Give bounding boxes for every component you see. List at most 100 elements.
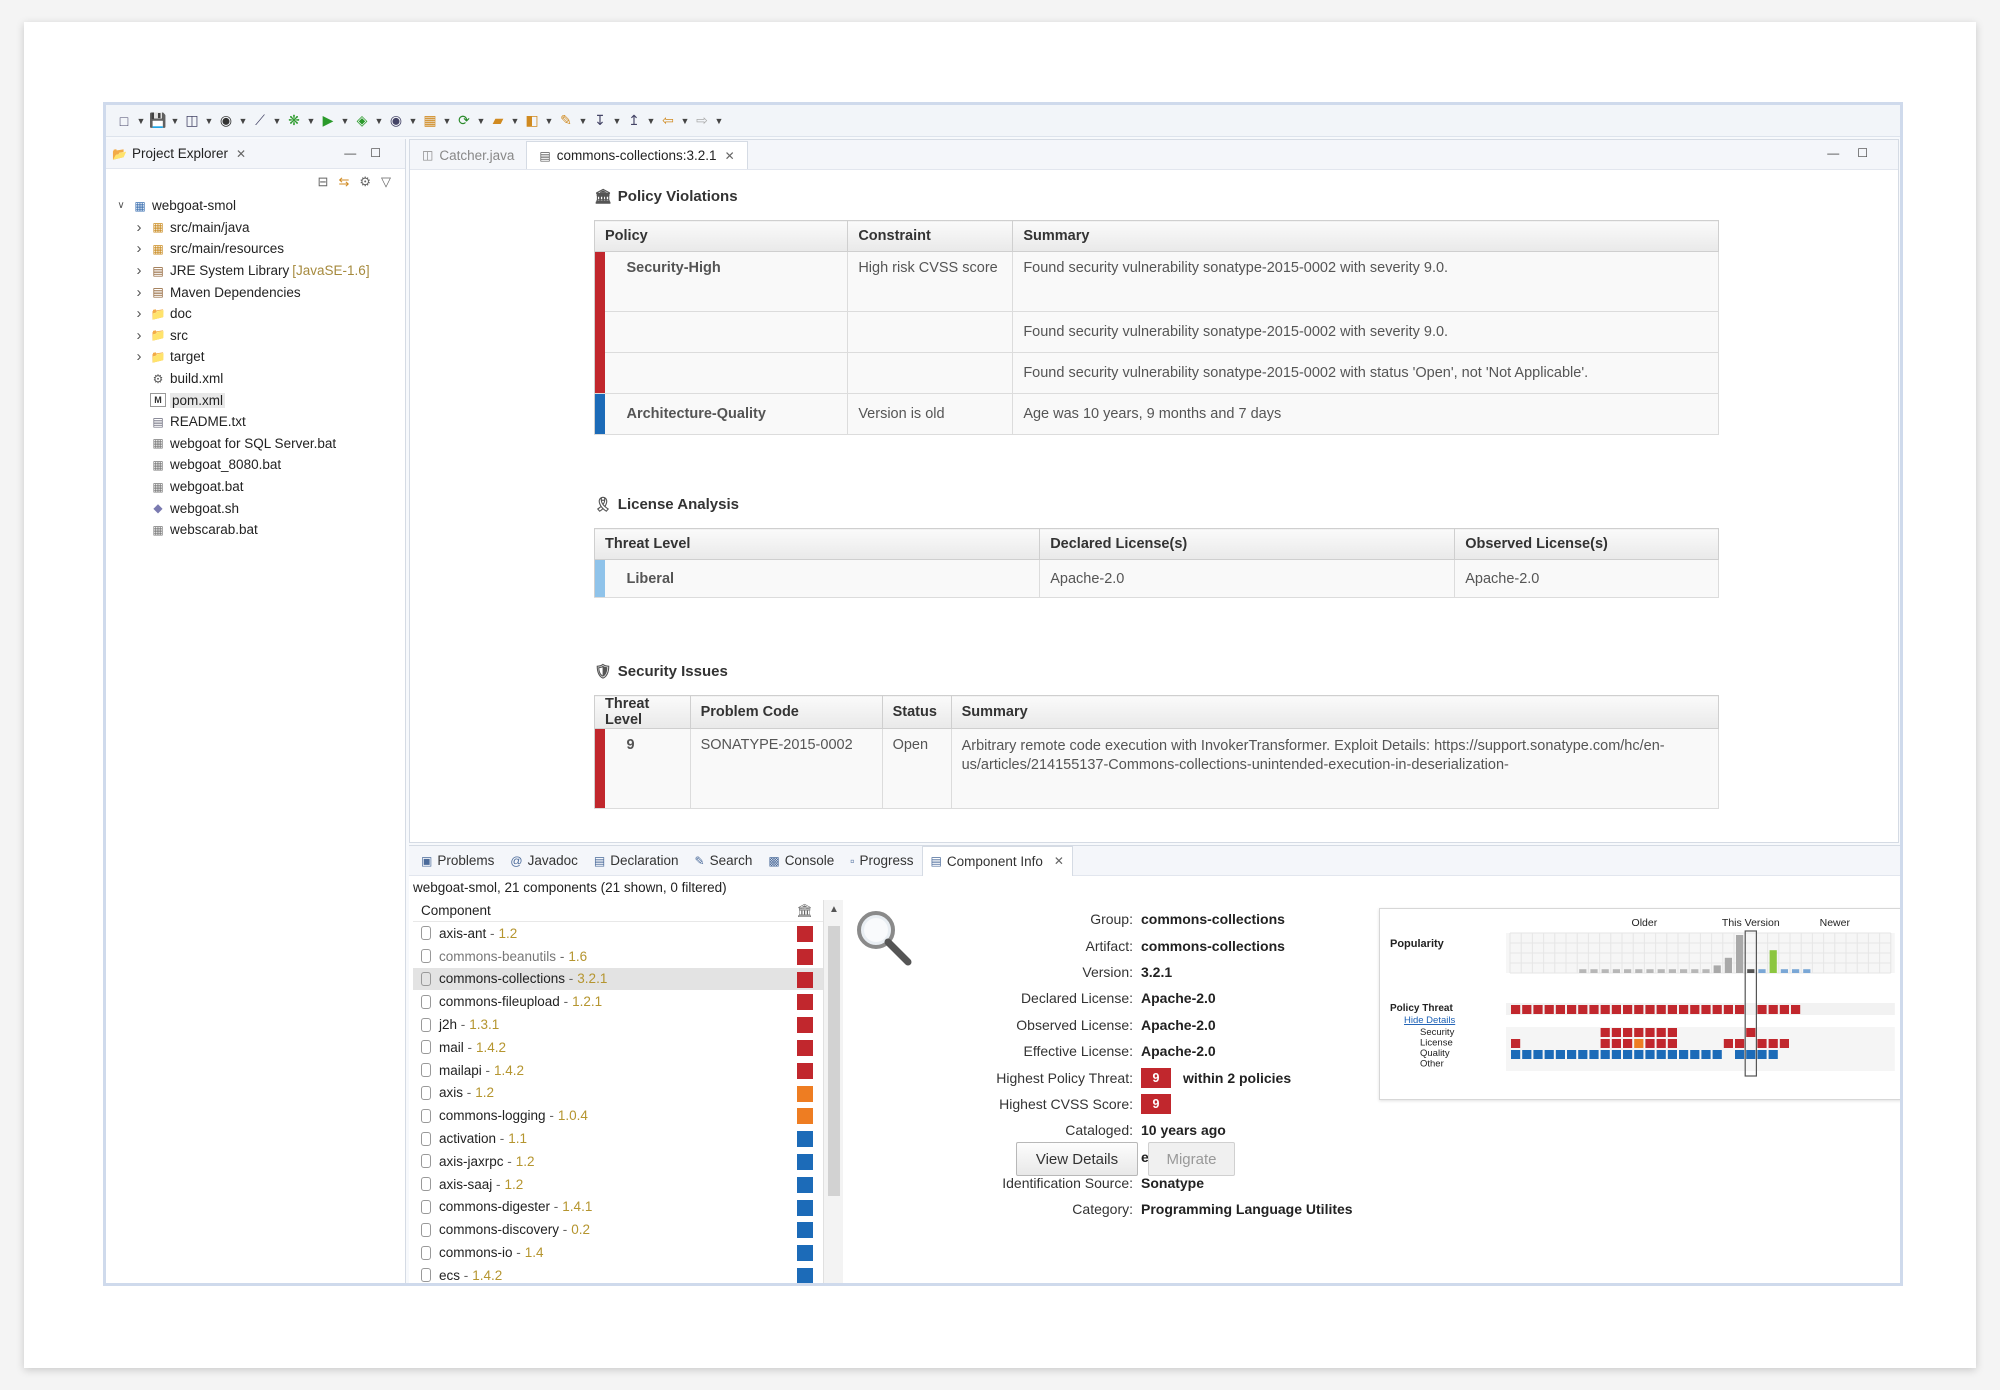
list-item[interactable]: commons-logging -1.0.4 [413, 1104, 843, 1127]
migrate-button[interactable]: Migrate [1148, 1142, 1235, 1176]
tab-commons-collections[interactable]: ▤ commons-collections:3.2.1 ✕ [526, 141, 748, 169]
list-item[interactable]: mailapi -1.4.2 [413, 1059, 843, 1082]
list-item[interactable]: commons-discovery -0.2 [413, 1218, 843, 1241]
run-coverage-icon[interactable]: ◈ [352, 111, 372, 131]
chevron-right-icon[interactable]: › [132, 305, 146, 322]
tab-problems[interactable]: ▣ Problems [413, 846, 502, 876]
chevron-down-icon[interactable]: ▼ [680, 111, 690, 131]
search-icon[interactable]: ✎ [556, 111, 576, 131]
save-all-icon[interactable]: ◫ [182, 111, 202, 131]
back-icon[interactable]: ⇦ [658, 111, 678, 131]
chevron-down-icon[interactable]: ▼ [442, 111, 452, 131]
close-icon[interactable]: ✕ [725, 149, 735, 163]
tab-search[interactable]: ✎ Search [687, 846, 761, 876]
chevron-down-icon[interactable]: ▼ [612, 111, 622, 131]
list-item[interactable]: axis-ant -1.2 [413, 922, 843, 945]
tree-item[interactable]: ▦ webgoat_8080.bat [114, 454, 405, 476]
build-icon[interactable]: ▦ [420, 111, 440, 131]
collapse-all-icon[interactable]: ⊟ [318, 174, 329, 190]
skip-breakpoints-icon[interactable]: ⟋ [250, 111, 270, 131]
chevron-right-icon[interactable]: › [132, 284, 146, 301]
chevron-right-icon[interactable]: › [132, 327, 146, 344]
tab-console[interactable]: ▩ Console [760, 846, 842, 876]
forward-icon[interactable]: ⇨ [692, 111, 712, 131]
chevron-down-icon[interactable]: ▼ [476, 111, 486, 131]
tab-javadoc[interactable]: @ Javadoc [502, 846, 585, 876]
open-type-icon[interactable]: ▰ [488, 111, 508, 131]
chevron-right-icon[interactable]: › [132, 348, 146, 365]
save-icon[interactable]: 💾 [148, 111, 168, 131]
list-item[interactable]: axis -1.2 [413, 1082, 843, 1105]
chevron-down-icon[interactable]: ∨ [114, 200, 128, 211]
tree-item[interactable]: › 📁 src [114, 325, 405, 347]
chevron-down-icon[interactable]: ▼ [136, 111, 146, 131]
close-icon[interactable]: ✕ [1054, 854, 1064, 868]
chevron-down-icon[interactable]: ▼ [340, 111, 350, 131]
list-item[interactable]: commons-io -1.4 [413, 1241, 843, 1264]
tree-item[interactable]: ⚙ build.xml [114, 368, 405, 390]
tree-item[interactable]: Mpom.xml [114, 389, 405, 411]
list-item[interactable]: commons-fileupload -1.2.1 [413, 990, 843, 1013]
external-tools-icon[interactable]: ◉ [386, 111, 406, 131]
minimize-icon[interactable]: — [344, 146, 370, 160]
chevron-down-icon[interactable]: ▼ [544, 111, 554, 131]
tree-item[interactable]: ▦ webscarab.bat [114, 519, 405, 541]
list-item[interactable]: axis-jaxrpc -1.2 [413, 1150, 843, 1173]
tab-declaration[interactable]: ▤ Declaration [586, 846, 687, 876]
component-column-header[interactable]: Component [421, 903, 491, 918]
chevron-down-icon[interactable]: ▼ [408, 111, 418, 131]
tree-item[interactable]: › ▦ src/main/resources [114, 238, 405, 260]
list-item[interactable]: ecs -1.4.2 [413, 1264, 843, 1283]
open-task-icon[interactable]: ◧ [522, 111, 542, 131]
hide-details-link[interactable]: Hide Details [1404, 1015, 1455, 1026]
bank-icon[interactable]: 🏛 [796, 903, 813, 919]
view-menu-icon[interactable]: ▽ [381, 174, 391, 190]
refresh-icon[interactable]: ⟳ [454, 111, 474, 131]
chevron-down-icon[interactable]: ▼ [510, 111, 520, 131]
tab-catcher-java[interactable]: ◫ Catcher.java [410, 141, 526, 169]
tab-progress[interactable]: ▫ Progress [842, 846, 921, 876]
list-item[interactable]: commons-digester -1.4.1 [413, 1196, 843, 1219]
component-list-scrollbar[interactable]: ▲ [823, 900, 843, 1283]
new-icon[interactable]: □ [114, 111, 134, 131]
project-explorer-tab[interactable]: 📂 Project Explorer ✕ —☐ [106, 139, 405, 169]
tree-item[interactable]: ▤ README.txt [114, 411, 405, 433]
filter-icon[interactable]: ⚙ [359, 174, 371, 190]
debug-icon[interactable]: ❋ [284, 111, 304, 131]
view-details-button[interactable]: View Details [1016, 1142, 1138, 1176]
tree-item[interactable]: ▦ webgoat.bat [114, 476, 405, 498]
minimize-icon[interactable]: — [1827, 146, 1857, 160]
chevron-down-icon[interactable]: ▼ [374, 111, 384, 131]
run-icon[interactable]: ▶ [318, 111, 338, 131]
list-item[interactable]: axis-saaj -1.2 [413, 1173, 843, 1196]
chevron-down-icon[interactable]: ▼ [272, 111, 282, 131]
chevron-down-icon[interactable]: ▼ [578, 111, 588, 131]
profile-icon[interactable]: ◉ [216, 111, 236, 131]
maximize-icon[interactable]: ☐ [370, 146, 395, 160]
chevron-right-icon[interactable]: › [132, 219, 146, 236]
next-annotation-icon[interactable]: ↧ [590, 111, 610, 131]
chevron-down-icon[interactable]: ▼ [170, 111, 180, 131]
chevron-down-icon[interactable]: ▼ [714, 111, 724, 131]
tab-component-info[interactable]: ▤ Component Info ✕ [921, 845, 1073, 876]
chevron-down-icon[interactable]: ▼ [238, 111, 248, 131]
tree-item[interactable]: ◆ webgoat.sh [114, 497, 405, 519]
list-item[interactable]: j2h -1.3.1 [413, 1013, 843, 1036]
list-item[interactable]: activation -1.1 [413, 1127, 843, 1150]
project-node[interactable]: ∨ ▦ webgoat-smol [114, 195, 405, 217]
list-item[interactable]: commons-collections -3.2.1 [413, 967, 843, 991]
tree-item[interactable]: › ▤ JRE System Library [JavaSE-1.6] [114, 260, 405, 282]
list-item[interactable]: commons-beanutils -1.6 [413, 945, 843, 968]
tree-item[interactable]: ▦ webgoat for SQL Server.bat [114, 433, 405, 455]
chevron-up-icon[interactable]: ▲ [829, 904, 839, 915]
chevron-down-icon[interactable]: ▼ [204, 111, 214, 131]
tree-item[interactable]: › 📁 target [114, 346, 405, 368]
scrollbar-thumb[interactable] [828, 926, 840, 1196]
tree-item[interactable]: › ▦ src/main/java [114, 217, 405, 239]
list-item[interactable]: mail -1.4.2 [413, 1036, 843, 1059]
maximize-icon[interactable]: ☐ [1857, 146, 1886, 160]
tree-item[interactable]: › ▤ Maven Dependencies [114, 281, 405, 303]
link-editor-icon[interactable]: ⇆ [338, 174, 349, 190]
tree-item[interactable]: › 📁 doc [114, 303, 405, 325]
chevron-down-icon[interactable]: ▼ [646, 111, 656, 131]
